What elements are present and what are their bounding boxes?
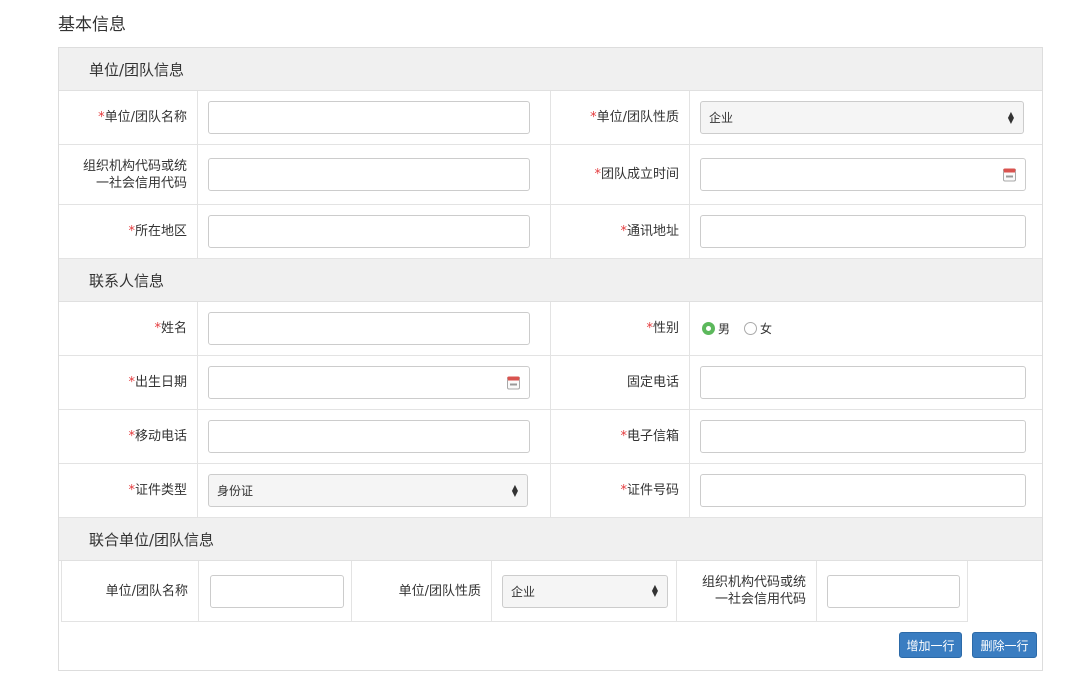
- form-row-id: * 证件类型 身份证 ▲ ▼ * 证件号码: [59, 464, 1042, 518]
- joint-code-cell: [816, 561, 967, 621]
- contact-name-cell: [197, 302, 550, 355]
- gender-cell: 男 女: [689, 302, 1042, 355]
- section-title-unit: 单位/团队信息: [89, 60, 185, 79]
- contact-name-input[interactable]: [208, 312, 530, 345]
- id-number-cell: [689, 464, 1042, 517]
- phone-label: 固定电话: [550, 356, 689, 409]
- founded-cell: [689, 145, 1042, 204]
- form-row-contact-name: * 姓名 * 性别 男 女: [59, 302, 1042, 356]
- delete-row-button[interactable]: 删除一行: [972, 632, 1037, 658]
- gender-option-female[interactable]: 女: [760, 320, 772, 337]
- id-type-label: * 证件类型: [128, 483, 187, 498]
- region-input[interactable]: [208, 215, 530, 248]
- unit-name-cell: [197, 91, 550, 144]
- gender-radio-female[interactable]: [744, 322, 758, 335]
- unit-code-cell: [197, 145, 550, 204]
- joint-name-input[interactable]: [210, 574, 344, 608]
- form-row-birth: * 出生日期 固定电话: [59, 356, 1042, 410]
- joint-type-value: 企业: [511, 584, 536, 599]
- mobile-label: * 移动电话: [128, 429, 187, 444]
- email-label: * 电子信箱: [550, 410, 689, 463]
- joint-code-input[interactable]: [827, 574, 960, 608]
- address-cell: [689, 205, 1042, 258]
- section-header-joint: 联合单位/团队信息: [59, 518, 1042, 561]
- gender-label: * 性别: [550, 302, 689, 355]
- gender-radio-male[interactable]: [702, 322, 715, 335]
- phone-cell: [689, 356, 1042, 409]
- birth-label: * 出生日期: [128, 375, 187, 390]
- calendar-icon[interactable]: [1003, 168, 1016, 181]
- unit-name-label: * 单位/团队名称: [98, 110, 187, 125]
- mobile-input[interactable]: [208, 420, 530, 453]
- page-title: 基本信息: [58, 15, 126, 35]
- unit-type-value: 企业: [709, 111, 734, 125]
- joint-name-cell: [198, 561, 351, 621]
- add-row-button[interactable]: 增加一行: [899, 632, 962, 658]
- id-type-value: 身份证: [217, 484, 254, 498]
- unit-type-label: * 单位/团队性质: [550, 91, 689, 144]
- phone-input[interactable]: [700, 366, 1026, 399]
- id-number-label: * 证件号码: [550, 464, 689, 517]
- founded-date-input[interactable]: [700, 158, 1026, 191]
- email-cell: [689, 410, 1042, 463]
- form-row-mobile: * 移动电话 * 电子信箱: [59, 410, 1042, 464]
- address-input[interactable]: [700, 215, 1026, 248]
- unit-code-input[interactable]: [208, 158, 530, 191]
- section-title-joint: 联合单位/团队信息: [89, 530, 215, 549]
- unit-type-cell: 企业 ▲ ▼: [689, 91, 1042, 144]
- sort-arrows-icon: ▲ ▼: [651, 583, 658, 598]
- joint-row: 单位/团队名称 单位/团队性质 企业 ▲ ▼ 组织机构代码或统 一社会信用代码: [61, 561, 968, 622]
- sort-arrows-icon: ▲ ▼: [1007, 109, 1014, 125]
- section-title-contact: 联系人信息: [89, 271, 165, 290]
- joint-type-select[interactable]: 企业 ▲ ▼: [502, 574, 668, 608]
- section-header-contact: 联系人信息: [59, 259, 1042, 302]
- id-number-input[interactable]: [700, 474, 1026, 507]
- id-type-select[interactable]: 身份证 ▲ ▼: [208, 474, 528, 507]
- id-type-cell: 身份证 ▲ ▼: [197, 464, 550, 517]
- form-row-region: * 所在地区 * 通讯地址: [59, 205, 1042, 259]
- birth-cell: [197, 356, 550, 409]
- calendar-icon[interactable]: [507, 376, 520, 389]
- address-label: * 通讯地址: [550, 205, 689, 258]
- unit-type-select[interactable]: 企业 ▲ ▼: [700, 101, 1024, 134]
- contact-name-label: * 姓名: [154, 321, 187, 336]
- region-label: * 所在地区: [128, 224, 187, 239]
- mobile-cell: [197, 410, 550, 463]
- unit-code-label: 组织机构代码或统 一社会信用代码: [82, 158, 187, 191]
- joint-type-cell: 企业 ▲ ▼: [491, 561, 676, 621]
- form-row-unit-name: * 单位/团队名称 * 单位/团队性质 企业 ▲ ▼: [59, 91, 1042, 145]
- region-cell: [197, 205, 550, 258]
- joint-code-label: 组织机构代码或统 一社会信用代码: [676, 561, 816, 621]
- joint-name-label: 单位/团队名称: [105, 583, 188, 599]
- founded-label: * 团队成立时间: [550, 145, 689, 204]
- sort-arrows-icon: ▲ ▼: [511, 482, 518, 498]
- unit-name-input[interactable]: [208, 101, 530, 134]
- form-frame: 单位/团队信息 * 单位/团队名称 * 单位/团队性质 企业 ▲ ▼ 组织机构代码或统…: [58, 47, 1043, 671]
- gender-option-male[interactable]: 男: [718, 320, 730, 337]
- section-header-unit: 单位/团队信息: [59, 48, 1042, 91]
- birth-date-input[interactable]: [208, 366, 530, 399]
- gender-radio-group: 男 女: [702, 320, 786, 337]
- form-row-unit-code: 组织机构代码或统 一社会信用代码 * 团队成立时间: [59, 145, 1042, 205]
- joint-type-label: 单位/团队性质: [351, 561, 491, 621]
- email-input[interactable]: [700, 420, 1026, 453]
